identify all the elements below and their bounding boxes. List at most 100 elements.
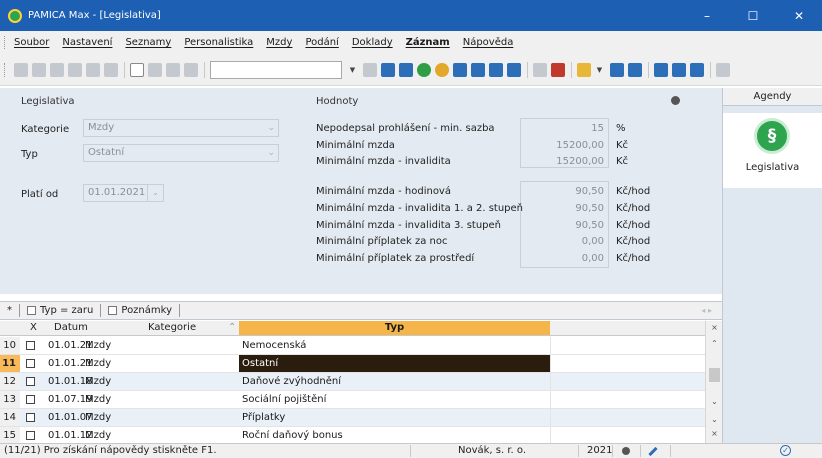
plati-od-date-field[interactable]: 01.01.2021 ⌄: [83, 184, 164, 202]
payroll-icon[interactable]: [381, 62, 395, 77]
value-field[interactable]: 15200,00: [526, 140, 604, 151]
tab-notes[interactable]: Poznámky: [101, 304, 180, 317]
funnel-icon[interactable]: [533, 62, 547, 77]
filter-icon[interactable]: [14, 62, 28, 77]
settings-icon[interactable]: [716, 62, 730, 77]
contract-icon[interactable]: [471, 62, 485, 77]
combo-dropdown-icon[interactable]: ▼: [348, 63, 357, 77]
legislativa-section-title: Legislativa: [21, 96, 75, 107]
menu-personalistika[interactable]: Personalistika: [184, 37, 253, 48]
toolbar-separator: [710, 61, 711, 78]
table-row[interactable]: 10 01.01.21 Mzdy Nemocenská: [0, 337, 705, 355]
row-checkbox[interactable]: [26, 395, 35, 404]
info-icon[interactable]: [671, 96, 680, 105]
tab-all[interactable]: *: [0, 304, 20, 317]
scroll-page-down-icon[interactable]: ⌄: [706, 415, 723, 424]
note-icon: [108, 306, 118, 315]
pen-icon[interactable]: [648, 446, 658, 457]
minimize-button[interactable]: –: [684, 0, 730, 31]
check-status-icon[interactable]: ✓: [780, 445, 791, 456]
menu-seznamy[interactable]: Seznamy: [125, 37, 171, 48]
row-checkbox[interactable]: [26, 431, 35, 440]
folder-icon[interactable]: [577, 62, 591, 77]
value-label: Minimální mzda - invalidita 3. stupeň: [316, 220, 501, 231]
value-field[interactable]: 90,50: [526, 203, 604, 214]
value-field[interactable]: 15200,00: [526, 156, 604, 167]
value-label: Minimální příplatek za prostředí: [316, 253, 475, 264]
typ-label: Typ: [21, 149, 38, 160]
save-icon[interactable]: [148, 62, 162, 77]
binoculars-icon[interactable]: [50, 62, 64, 77]
value-field[interactable]: 15: [526, 123, 604, 134]
attendance-icon[interactable]: [489, 62, 503, 77]
plati-od-label: Platí od: [21, 189, 59, 200]
row-checkbox[interactable]: [26, 413, 35, 422]
col-header-datum[interactable]: Datum: [54, 322, 88, 333]
value-label: Minimální mzda - invalidita: [316, 156, 451, 167]
table-row[interactable]: 14 01.01.07 Mzdy Příplatky: [0, 409, 705, 427]
filter-edit-icon[interactable]: [32, 62, 46, 77]
col-header-kategorie[interactable]: Kategorie: [148, 322, 196, 333]
col-header-typ[interactable]: Typ: [239, 321, 550, 335]
menu-soubor[interactable]: Soubor: [14, 37, 49, 48]
menu-grip-icon[interactable]: [4, 36, 7, 49]
menu-podani[interactable]: Podání: [305, 37, 338, 48]
menu-mzdy[interactable]: Mzdy: [266, 37, 292, 48]
row-checkbox[interactable]: [26, 341, 35, 350]
calculator-icon[interactable]: [610, 62, 624, 77]
window-list-icon[interactable]: [672, 62, 686, 77]
user-icon[interactable]: [435, 62, 449, 77]
table-row[interactable]: 12 01.01.18 Mzdy Daňové zvýhodnění: [0, 373, 705, 391]
copy-icon[interactable]: [184, 62, 198, 77]
agenda-item-legislativa[interactable]: § Legislativa: [723, 113, 822, 188]
title-bar: PAMICA Max - [Legislativa] – ☐ ✕: [0, 0, 822, 31]
report-icon[interactable]: [453, 62, 467, 77]
col-header-x[interactable]: X: [30, 322, 37, 333]
kategorie-select[interactable]: Mzdy ⌄: [83, 119, 279, 137]
person-icon[interactable]: [417, 62, 431, 77]
print-setup-icon[interactable]: [104, 62, 118, 77]
table-row[interactable]: 13 01.07.19 Mzdy Sociální pojištění: [0, 391, 705, 409]
value-field[interactable]: 90,50: [526, 220, 604, 231]
table-row[interactable]: 15 01.01.12 Mzdy Roční daňový bonus: [0, 427, 705, 443]
row-checkbox[interactable]: [26, 359, 35, 368]
value-field[interactable]: 90,50: [526, 186, 604, 197]
scroll-up-icon[interactable]: ⌃: [706, 339, 723, 348]
bank-icon[interactable]: [628, 62, 642, 77]
print-icon[interactable]: [86, 62, 100, 77]
info-icon[interactable]: [622, 447, 630, 455]
row-checkbox[interactable]: [26, 377, 35, 386]
tab-scroll-arrows[interactable]: ◂ ▸: [701, 306, 712, 315]
scroll-first-icon[interactable]: ⨯: [706, 323, 723, 332]
sort-icon[interactable]: [363, 62, 377, 77]
table-row[interactable]: 11 01.01.21 Mzdy Ostatní: [0, 355, 705, 373]
maximize-button[interactable]: ☐: [730, 0, 776, 31]
close-button[interactable]: ✕: [776, 0, 822, 31]
funnel-clear-icon[interactable]: [551, 62, 565, 77]
save-all-icon[interactable]: [166, 62, 180, 77]
calendar-icon[interactable]: [507, 62, 521, 77]
employees-icon[interactable]: [399, 62, 413, 77]
menu-zaznam[interactable]: Záznam: [406, 37, 450, 48]
window-icon[interactable]: [654, 62, 668, 77]
typ-select[interactable]: Ostatní ⌄: [83, 144, 279, 162]
scroll-thumb[interactable]: [709, 368, 720, 382]
folder-dropdown-icon[interactable]: ▼: [595, 63, 604, 77]
hodnoty-section-title: Hodnoty: [316, 96, 359, 107]
quick-search-combo[interactable]: [210, 60, 342, 79]
tab-filter[interactable]: Typ = zaru: [20, 304, 102, 317]
value-field[interactable]: 0,00: [526, 253, 604, 264]
toolbar-grip-icon[interactable]: [4, 63, 7, 77]
scroll-down-icon[interactable]: ⌄: [706, 397, 723, 406]
scroll-last-icon[interactable]: ⨯: [706, 429, 723, 438]
menu-doklady[interactable]: Doklady: [352, 37, 393, 48]
window-detail-icon[interactable]: [690, 62, 704, 77]
agendy-header: Agendy: [723, 88, 822, 106]
menu-napoveda[interactable]: Nápověda: [463, 37, 514, 48]
new-record-icon[interactable]: [130, 62, 144, 77]
preview-icon[interactable]: [68, 62, 82, 77]
grid-vertical-scrollbar[interactable]: ⨯ ⌃ ⌄ ⌄ ⨯: [705, 321, 722, 443]
window-title: PAMICA Max - [Legislativa]: [28, 10, 161, 21]
menu-nastaveni[interactable]: Nastavení: [62, 37, 112, 48]
value-field[interactable]: 0,00: [526, 236, 604, 247]
